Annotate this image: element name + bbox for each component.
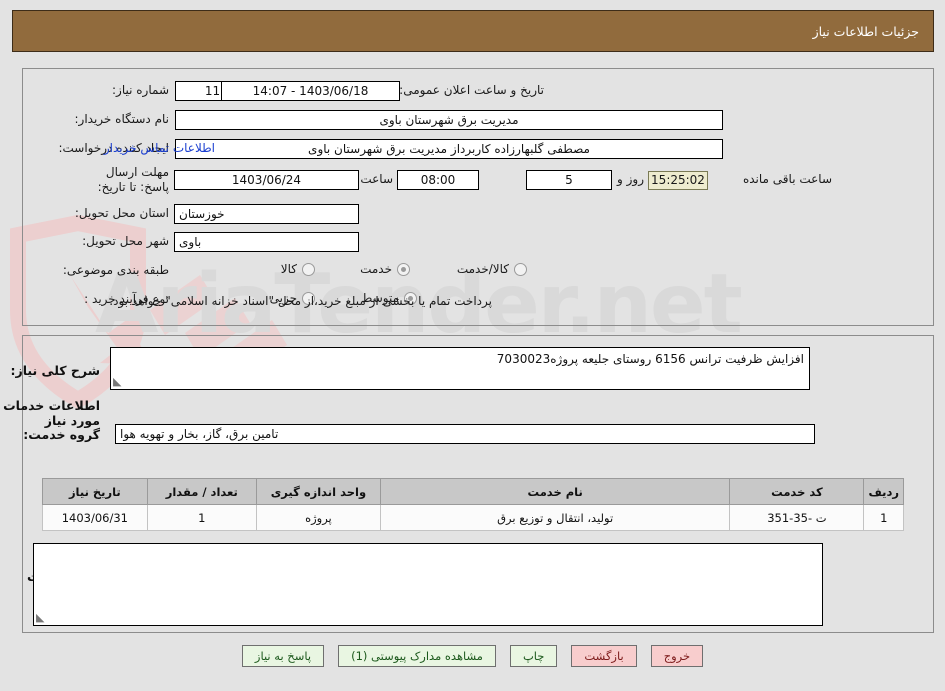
deadline-timer-wrap: 15:25:02 bbox=[648, 171, 708, 190]
deadline-time-label-wrap: ساعت bbox=[360, 172, 393, 186]
need-number-label: شماره نیاز: bbox=[112, 83, 169, 97]
announce-datetime-field[interactable]: 14:07 - 1403/06/18 bbox=[221, 81, 400, 101]
action-button-bar: خروج بازگشت چاپ مشاهده مدارک پیوستی (1) … bbox=[0, 645, 945, 667]
buyer-notes-textarea[interactable]: ◢ bbox=[33, 543, 823, 626]
classification-label-wrap: طبقه بندی موضوعی: bbox=[63, 263, 169, 278]
cell-row-no: 1 bbox=[863, 504, 904, 531]
province-label-wrap: استان محل تحویل: bbox=[75, 206, 169, 221]
page-title: جزئیات اطلاعات نیاز bbox=[812, 23, 919, 39]
cell-need-date: 1403/06/31 bbox=[42, 504, 148, 531]
buyer-org-field[interactable]: مدیریت برق شهرستان باوی bbox=[175, 110, 723, 130]
classification-option-khedmat[interactable]: خدمت bbox=[360, 262, 410, 276]
need-number-row: شماره نیاز: bbox=[112, 83, 169, 98]
province-label: استان محل تحویل: bbox=[74, 206, 169, 220]
radio-classification-khedmat[interactable] bbox=[397, 262, 410, 276]
service-group-field-wrap: تامین برق، گاز، بخار و تهویه هوا bbox=[115, 424, 815, 444]
table-row: 1 ت -35-351 تولید، انتقال و توزیع برق پر… bbox=[42, 504, 904, 531]
window-title-bar: جزئیات اطلاعات نیاز bbox=[12, 10, 934, 52]
classification-option-kala-khedmat-label: کالا/خدمت bbox=[456, 262, 509, 276]
classification-option-kala-label: کالا bbox=[280, 262, 297, 276]
description-value: افزایش ظرفیت ترانس 6156 روستای جلیعه پرو… bbox=[496, 352, 804, 366]
deadline-days-wrap: 5 bbox=[526, 170, 612, 190]
resize-grip-icon[interactable]: ◢ bbox=[36, 611, 48, 624]
cell-quantity: 1 bbox=[146, 504, 257, 531]
page-root: AriaTender.net جزئیات اطلاعات نیاز شماره… bbox=[0, 0, 945, 691]
announce-datetime-label: تاریخ و ساعت اعلان عمومی: bbox=[399, 83, 544, 97]
cell-unit: پروژه bbox=[255, 504, 381, 531]
service-group-label: گروه خدمت: bbox=[23, 427, 100, 442]
description-label: شرح کلی نیاز: bbox=[10, 363, 100, 378]
deadline-label: مهلت ارسال پاسخ: تا تاریخ: bbox=[97, 165, 169, 194]
need-details-panel bbox=[22, 68, 934, 326]
table-header-row: ردیف کد خدمت نام خدمت واحد اندازه گیری ت… bbox=[42, 478, 904, 505]
buyer-notes-value bbox=[34, 544, 822, 547]
print-button[interactable]: چاپ bbox=[509, 645, 558, 667]
request-creator-field-wrap: مصطفی گلبهارزاده کاربرداز مدیریت برق شهر… bbox=[175, 139, 723, 159]
city-label: شهر محل تحویل: bbox=[82, 234, 169, 248]
back-button[interactable]: بازگشت bbox=[571, 645, 637, 667]
deadline-days-suffix-wrap: روز و bbox=[617, 172, 644, 186]
classification-option-kala-khedmat[interactable]: کالا/خدمت bbox=[457, 262, 527, 276]
services-table: ردیف کد خدمت نام خدمت واحد اندازه گیری ت… bbox=[42, 478, 904, 531]
description-textarea[interactable]: افزایش ظرفیت ترانس 6156 روستای جلیعه پرو… bbox=[110, 347, 810, 390]
buyer-org-label: نام دستگاه خریدار: bbox=[74, 112, 170, 126]
city-field-wrap: باوی bbox=[174, 232, 359, 252]
deadline-countdown-timer: 15:25:02 bbox=[648, 171, 708, 190]
th-unit: واحد اندازه گیری bbox=[255, 478, 381, 505]
deadline-days-suffix: روز و bbox=[617, 172, 644, 186]
classification-option-kala[interactable]: کالا bbox=[281, 262, 315, 276]
th-service-name: نام خدمت bbox=[379, 478, 731, 505]
classification-option-khedmat-label: خدمت bbox=[360, 262, 392, 276]
city-label-wrap: شهر محل تحویل: bbox=[82, 234, 169, 249]
announce-datetime-field-wrap: 14:07 - 1403/06/18 bbox=[221, 81, 400, 101]
radio-classification-kala[interactable] bbox=[302, 262, 315, 276]
resize-grip-icon[interactable]: ◢ bbox=[113, 375, 125, 388]
th-row-no: ردیف bbox=[863, 478, 904, 505]
radio-classification-kala-khedmat[interactable] bbox=[514, 262, 527, 276]
th-quantity: تعداد / مقدار bbox=[146, 478, 257, 505]
cell-service-code: ت -35-351 bbox=[729, 504, 865, 531]
province-field-wrap: خوزستان bbox=[174, 204, 359, 224]
buyer-org-label-wrap: نام دستگاه خریدار: bbox=[75, 112, 170, 127]
deadline-date-field[interactable]: 1403/06/24 bbox=[174, 170, 359, 190]
deadline-time-wrap: 08:00 bbox=[397, 170, 479, 190]
deadline-timer-suffix-wrap: ساعت باقی مانده bbox=[743, 172, 832, 186]
exit-button[interactable]: خروج bbox=[650, 645, 704, 667]
purchase-type-note-wrap: پرداخت تمام یا بخشی از مبلغ خرید،از محل … bbox=[109, 294, 492, 308]
purchase-type-note: پرداخت تمام یا بخشی از مبلغ خرید،از محل … bbox=[109, 294, 492, 308]
classification-label: طبقه بندی موضوعی: bbox=[62, 263, 169, 277]
view-attachments-button[interactable]: مشاهده مدارک پیوستی (1) bbox=[338, 645, 496, 667]
city-field[interactable]: باوی bbox=[174, 232, 359, 252]
th-service-code: کد خدمت bbox=[729, 478, 865, 505]
deadline-label-wrap: مهلت ارسال پاسخ: تا تاریخ: bbox=[74, 165, 169, 195]
deadline-date-wrap: 1403/06/24 bbox=[174, 170, 359, 190]
services-heading: اطلاعات خدمات مورد نیاز bbox=[3, 398, 100, 428]
buyer-contact-link[interactable]: اطلاعات تماس خریدار bbox=[104, 141, 215, 155]
deadline-timer-suffix: ساعت باقی مانده bbox=[742, 172, 832, 186]
announce-datetime-label-wrap: تاریخ و ساعت اعلان عمومی: bbox=[399, 83, 544, 98]
deadline-time-label: ساعت bbox=[360, 172, 393, 186]
respond-to-need-button[interactable]: پاسخ به نیاز bbox=[241, 645, 325, 667]
th-need-date: تاریخ نیاز bbox=[42, 478, 148, 505]
deadline-days-field[interactable]: 5 bbox=[526, 170, 612, 190]
cell-service-name: تولید، انتقال و توزیع برق bbox=[379, 504, 731, 531]
deadline-time-field[interactable]: 08:00 bbox=[397, 170, 479, 190]
service-group-field[interactable]: تامین برق، گاز، بخار و تهویه هوا bbox=[115, 424, 815, 444]
buyer-org-field-wrap: مدیریت برق شهرستان باوی bbox=[175, 110, 723, 130]
province-field[interactable]: خوزستان bbox=[174, 204, 359, 224]
buyer-contact-link-wrap: اطلاعات تماس خریدار bbox=[104, 141, 215, 155]
request-creator-field[interactable]: مصطفی گلبهارزاده کاربرداز مدیریت برق شهر… bbox=[175, 139, 723, 159]
